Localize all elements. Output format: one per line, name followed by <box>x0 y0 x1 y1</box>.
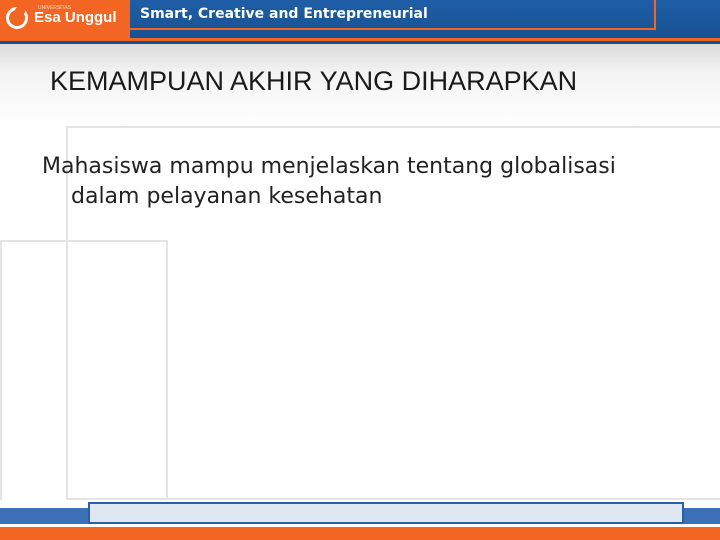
logo-emblem-icon <box>6 6 28 29</box>
body-line-1: Mahasiswa mampu menjelaskan tentang glob… <box>42 154 616 179</box>
footer-bar <box>88 502 684 524</box>
header-divider <box>0 38 720 41</box>
header-tagline: Smart, Creative and Entrepreneurial <box>140 6 428 22</box>
university-logo: UNIVERSITAS Esa Unggul <box>0 0 130 38</box>
decorative-frame-inner <box>0 240 168 506</box>
footer-accent-left <box>0 508 88 524</box>
slide-body: Mahasiswa mampu menjelaskan tentang glob… <box>42 152 682 212</box>
slide-title: KEMAMPUAN AKHIR YANG DIHARAPKAN <box>50 66 578 96</box>
footer-orange-stripe <box>0 527 720 540</box>
body-line-2: dalam pelayanan kesehatan <box>71 184 383 209</box>
footer-accent-right <box>684 508 720 524</box>
logo-text: Esa Unggul <box>34 9 117 26</box>
